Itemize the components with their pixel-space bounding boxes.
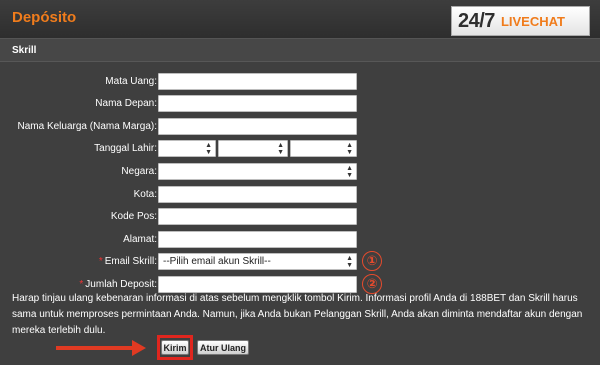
negara-label: Negara: (121, 166, 157, 177)
tanggal-lahir-label: Tanggal Lahir: (94, 143, 157, 154)
negara-select[interactable]: ▲ ▼ (158, 163, 357, 180)
email-skrill-label: * Email Skrill: (99, 256, 157, 267)
birth-day-select[interactable]: ▲ ▼ (158, 140, 216, 157)
section-title: Skrill (12, 45, 37, 56)
up-down-arrows-icon: ▲ ▼ (346, 165, 353, 179)
email-skrill-select[interactable]: --Pilih email akun Skrill-- ▲ ▼ (158, 253, 357, 270)
kota-input[interactable] (158, 186, 357, 203)
email-skrill-label-text: Email Skrill: (104, 256, 157, 267)
submit-button[interactable]: Kirim (161, 340, 189, 355)
up-down-arrows-icon: ▲ ▼ (205, 142, 212, 156)
birth-month-select[interactable]: ▲ ▼ (218, 140, 288, 157)
kode-pos-label: Kode Pos: (110, 211, 157, 222)
livechat-button[interactable]: 24/7 LIVECHAT (451, 6, 590, 36)
email-skrill-value: --Pilih email akun Skrill-- (163, 256, 271, 267)
alamat-label: Alamat: (123, 234, 157, 245)
page-header: Depósito 24/7 LIVECHAT (0, 0, 600, 38)
up-down-arrows-icon: ▲ ▼ (346, 142, 353, 156)
jumlah-deposit-label: * Jumlah Deposit: (79, 279, 157, 290)
alamat-input[interactable] (158, 231, 357, 248)
nama-depan-input[interactable] (158, 95, 357, 112)
livechat-247: 24/7 (458, 9, 495, 32)
required-mark: * (79, 279, 84, 290)
birth-year-select[interactable]: ▲ ▼ (290, 140, 357, 157)
required-mark: * (98, 256, 103, 267)
mata-uang-label: Mata Uang: (105, 76, 157, 87)
up-down-arrows-icon: ▲ ▼ (346, 255, 353, 269)
page-title: Depósito (12, 9, 77, 26)
up-down-arrows-icon: ▲ ▼ (277, 142, 284, 156)
nama-keluarga-label: Nama Keluarga (Nama Marga): (17, 121, 158, 132)
arrow-right-icon (56, 346, 134, 350)
livechat-label: LIVECHAT (500, 13, 565, 29)
mata-uang-input[interactable] (158, 73, 357, 90)
nama-keluarga-input[interactable] (158, 118, 357, 135)
kode-pos-input[interactable] (158, 208, 357, 225)
reset-button[interactable]: Atur Ulang (197, 340, 249, 355)
kota-label: Kota: (133, 189, 157, 200)
nama-depan-label: Nama Depan: (95, 98, 157, 109)
notice-text: Harap tinjau ulang kebenaran informasi d… (12, 293, 583, 336)
jumlah-deposit-label-text: Jumlah Deposit: (85, 279, 157, 290)
annotation-marker-1: ① (362, 251, 382, 271)
section-bar: Skrill (0, 38, 600, 62)
arrow-head (132, 340, 146, 356)
